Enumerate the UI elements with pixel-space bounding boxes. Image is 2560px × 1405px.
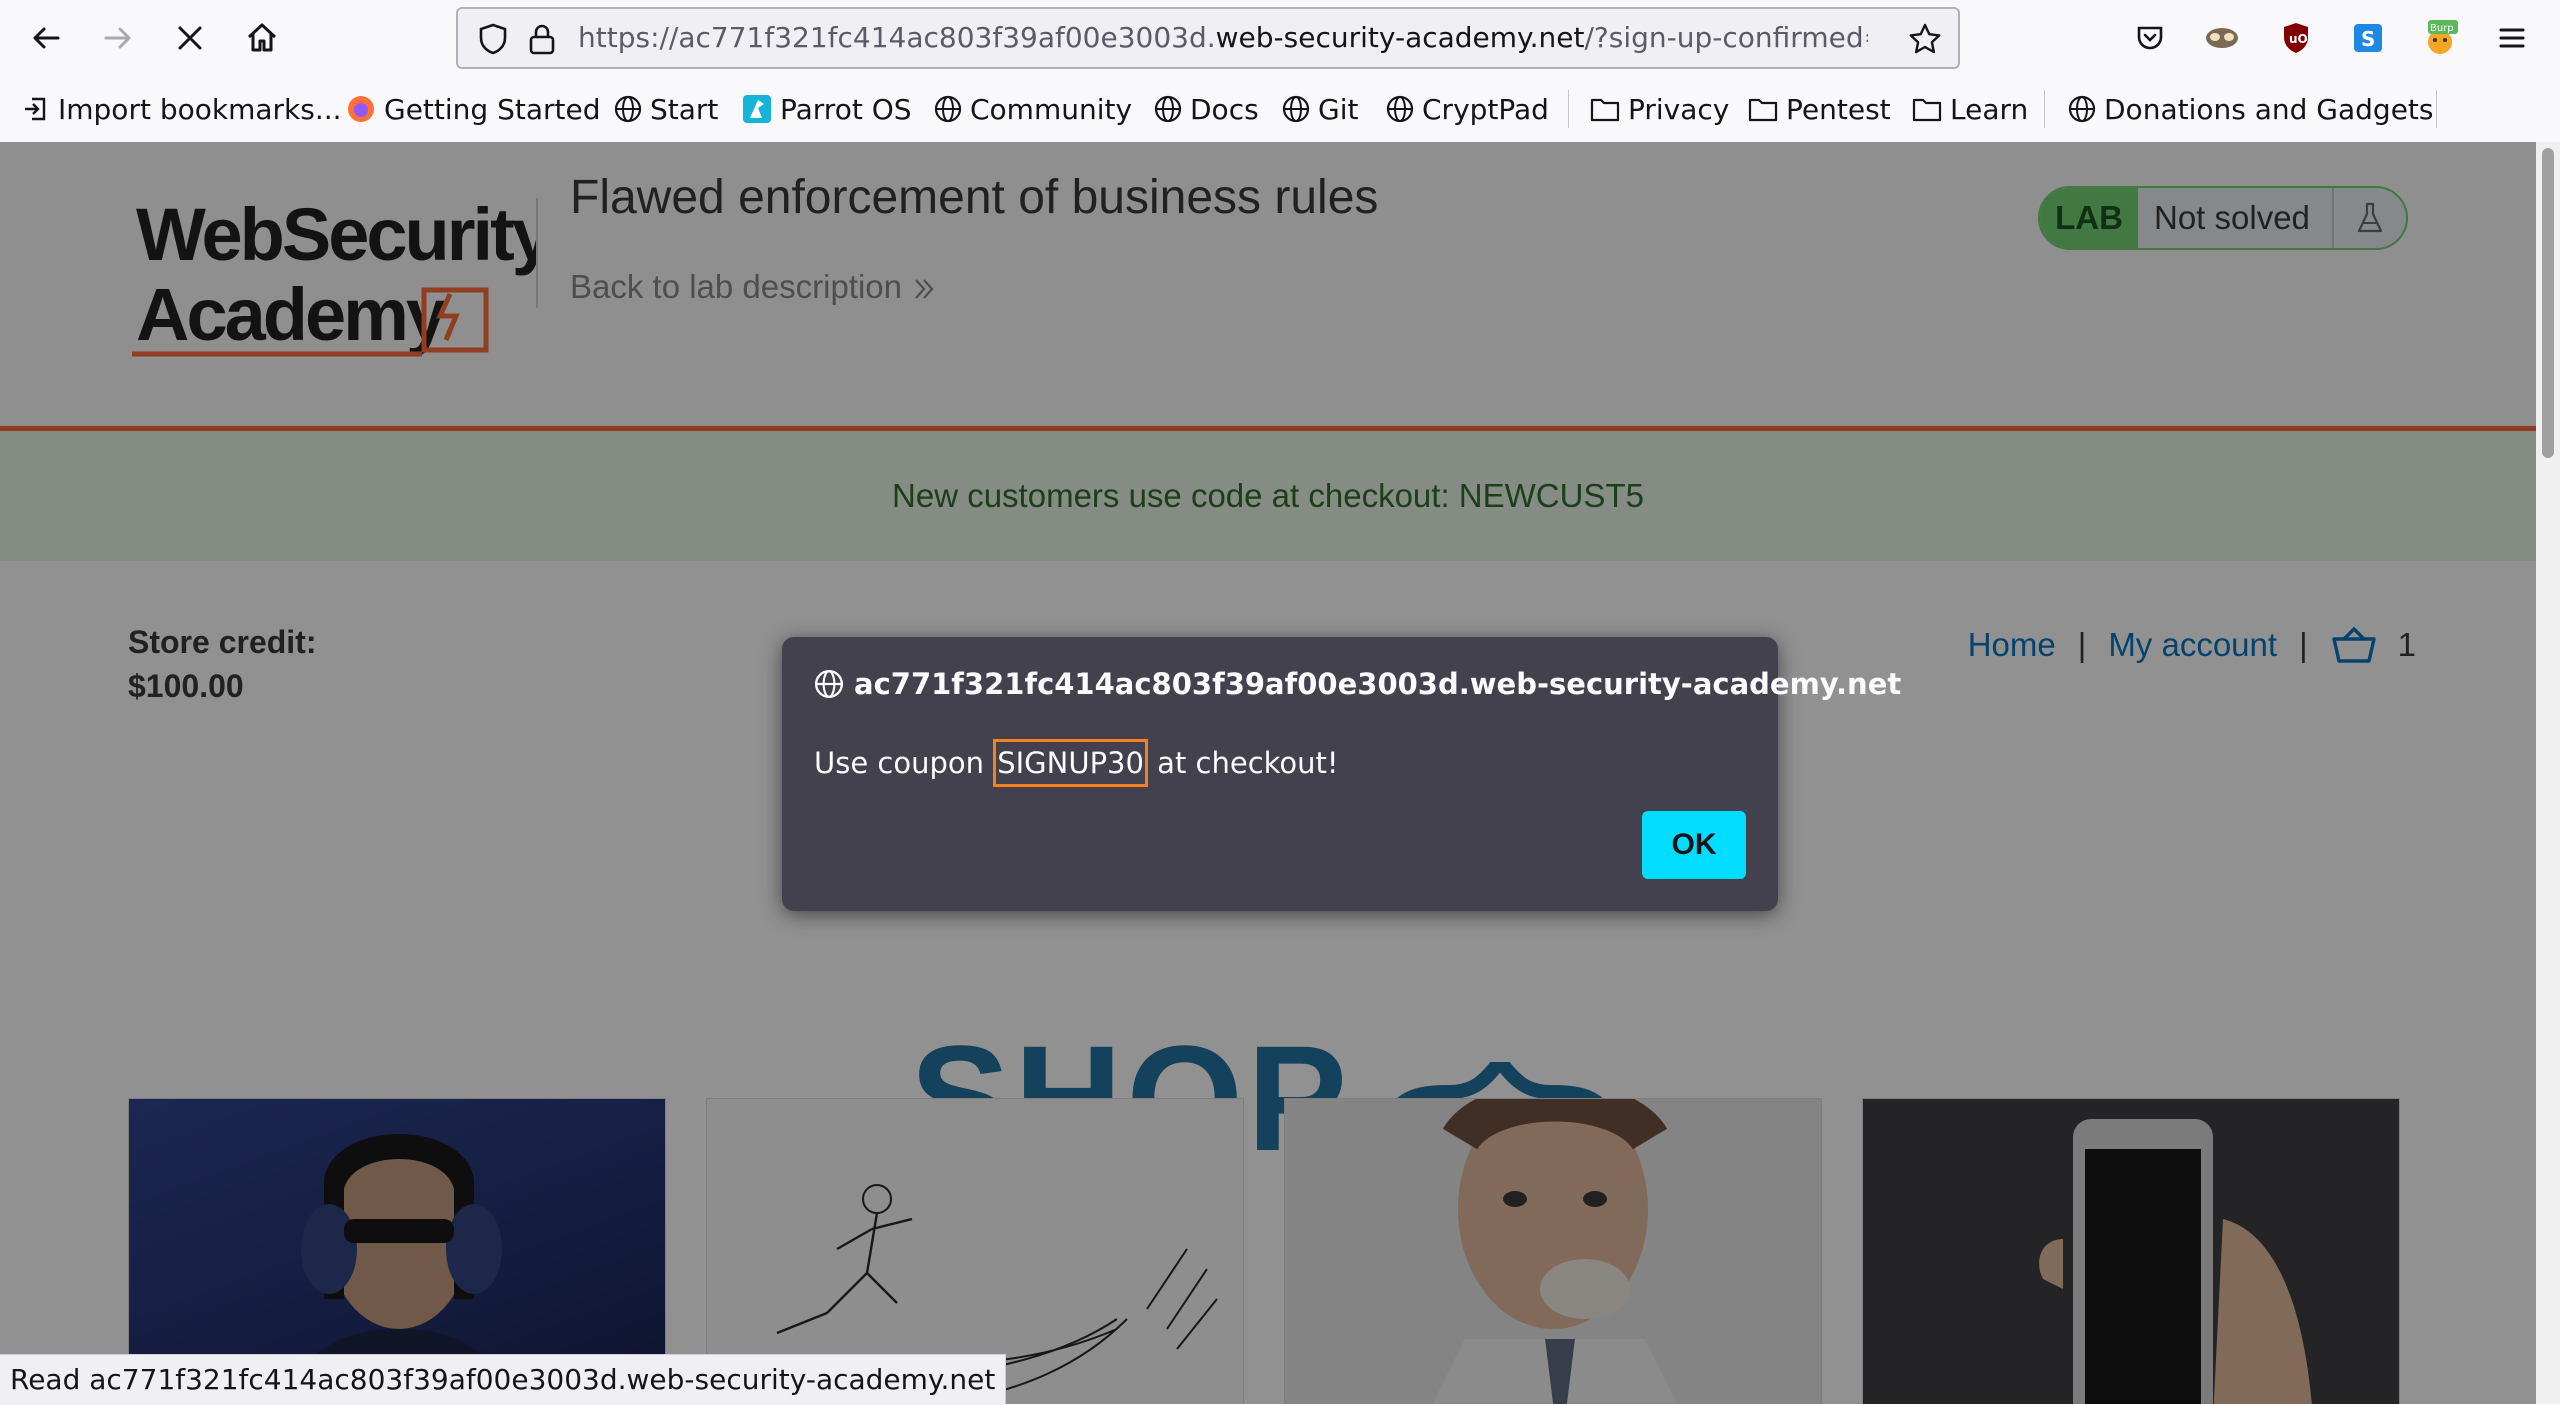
bookmark-label: Docs [1190,92,1259,126]
app-menu-button[interactable] [2490,16,2534,60]
bookmark-folder-privacy[interactable]: Privacy [1590,76,1729,142]
bookmark-label: Getting Started [384,92,601,126]
url-path: /?sign-up-confirmed=t [1584,21,1868,54]
url-bar[interactable]: https://ac771f321fc414ac803f39af00e3003d… [456,7,1960,69]
bookmark-label: Parrot OS [780,92,912,126]
import-icon [25,97,46,121]
dialog-origin-text: ac771f321fc414ac803f39af00e3003d.web-sec… [854,667,1902,701]
burp-badge-label: Burp [2430,23,2454,34]
bookmark-label: Donations and Gadgets [2104,92,2434,126]
bookmarks-toolbar: Import bookmarks... Getting Started Star… [0,76,2560,143]
home-button[interactable] [238,14,286,62]
s-extension[interactable]: S [2346,16,2390,60]
back-arrow-icon [33,27,60,49]
lock-icon[interactable] [526,22,558,56]
bookmark-label: CryptPad [1422,92,1549,126]
forward-button[interactable] [94,14,142,62]
ublock-icon: uO [2284,23,2308,53]
bookmark-cryptpad[interactable]: CryptPad [1386,76,1549,142]
star-icon[interactable] [1908,22,1942,56]
mask-icon [2206,28,2238,48]
hamburger-menu-icon [2499,28,2525,48]
home-icon [247,23,277,52]
dialog-origin: ac771f321fc414ac803f39af00e3003d.web-sec… [814,667,1901,701]
parrot-icon [743,95,771,123]
bookmark-label: Import bookmarks... [58,92,342,126]
bookmark-donations[interactable]: Donations and Gadgets [2068,76,2434,142]
pocket-icon [2137,26,2163,50]
bookmark-import[interactable]: Import bookmarks... [22,76,342,142]
bookmark-label: Pentest [1786,92,1891,126]
svg-text:uO: uO [2289,32,2308,46]
globe-icon [614,95,642,123]
coupon-code: SIGNUP30 [993,739,1148,787]
bookmark-label: Git [1318,92,1359,126]
pocket-button[interactable] [2128,16,2172,60]
bookmark-label: Learn [1950,92,2029,126]
svg-text:S: S [2361,27,2375,51]
globe-icon [814,669,844,699]
bookmark-label: Start [650,92,719,126]
forward-arrow-icon [104,27,131,49]
globe-icon [1386,95,1414,123]
ublock-extension[interactable]: uO [2274,16,2318,60]
globe-icon [934,95,962,123]
bookmark-parrot-os[interactable]: Parrot OS [742,76,912,142]
close-icon [178,26,202,50]
shield-icon[interactable] [476,22,510,56]
browser-toolbar: https://ac771f321fc414ac803f39af00e3003d… [0,0,2560,77]
burp-icon: Burp [2428,20,2458,54]
bookmark-folder-learn[interactable]: Learn [1912,76,2028,142]
bookmark-start[interactable]: Start [614,76,718,142]
alert-dialog: ac771f321fc414ac803f39af00e3003d.web-sec… [782,637,1901,911]
url-domain: web-security-academy.net [1215,21,1585,54]
burp-extension[interactable]: Burp [2418,16,2462,60]
folder-icon [1748,98,1778,122]
bookmark-label: Community [970,92,1133,126]
ok-button[interactable]: OK [1642,811,1746,879]
folder-icon [1590,98,1620,122]
bookmark-separator [2044,90,2045,128]
bookmark-git[interactable]: Git [1282,76,1358,142]
globe-icon [1154,95,1182,123]
url-text[interactable]: https://ac771f321fc414ac803f39af00e3003d… [578,9,1868,67]
stop-button[interactable] [166,14,214,62]
bookmark-community[interactable]: Community [934,76,1132,142]
bookmark-getting-started[interactable]: Getting Started [346,76,600,142]
bookmark-separator [1568,90,1569,128]
scrollbar-thumb[interactable] [2542,148,2554,458]
dialog-message-suffix: at checkout! [1147,746,1339,780]
page-scrollbar[interactable] [2536,142,2560,1404]
globe-icon [1282,95,1310,123]
dialog-message-prefix: Use coupon [814,746,994,780]
bookmark-separator [2436,90,2437,128]
firefox-icon [348,96,374,122]
mask-extension[interactable] [2200,16,2244,60]
bookmark-docs[interactable]: Docs [1154,76,1259,142]
back-button[interactable] [22,14,70,62]
bookmark-folder-pentest[interactable]: Pentest [1748,76,1891,142]
dialog-message: Use coupon SIGNUP30 at checkout! [814,739,1339,787]
status-bar: Read ac771f321fc414ac803f39af00e3003d.we… [0,1354,1007,1405]
bookmark-label: Privacy [1628,92,1730,126]
s-extension-icon: S [2354,24,2382,52]
globe-icon [2068,95,2096,123]
folder-icon [1912,98,1942,122]
url-prefix: https://ac771f321fc414ac803f39af00e3003d… [578,21,1216,54]
